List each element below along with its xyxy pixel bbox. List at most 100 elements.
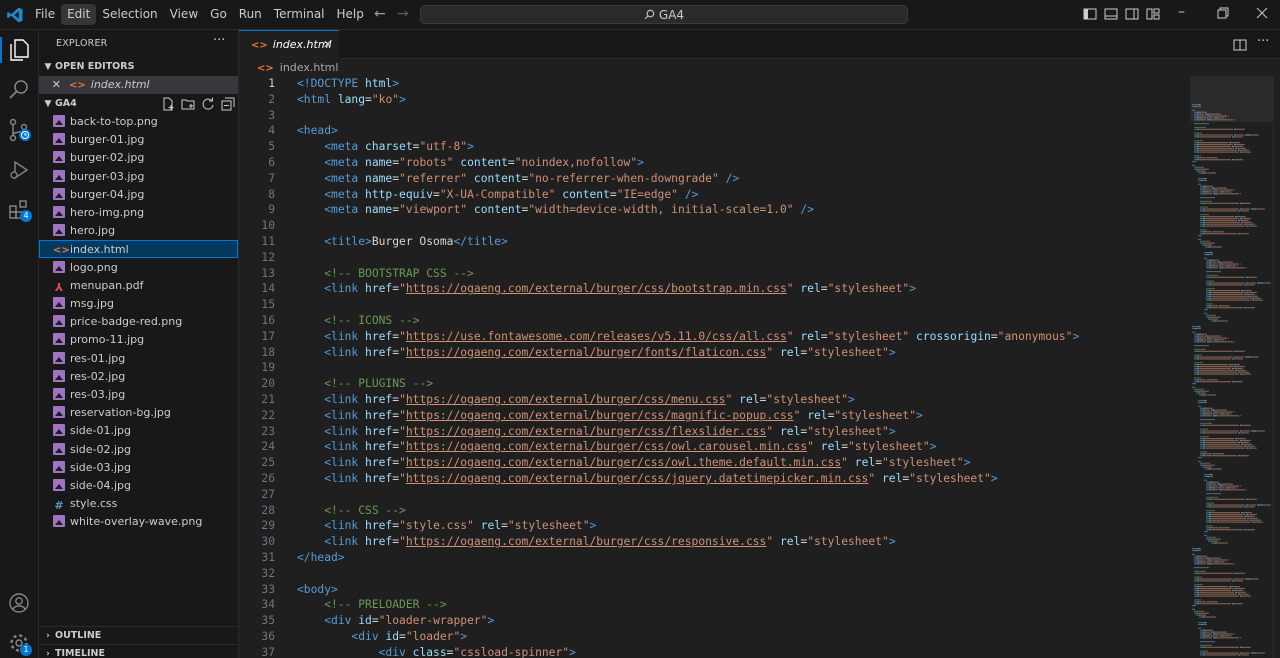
minimap-token [1245,295,1246,297]
file-item[interactable]: ⅄ menupan.pdf [39,277,238,295]
new-folder-icon[interactable] [181,97,195,111]
minimap-token [1216,187,1226,189]
code-line: 19 [239,360,1189,376]
run-debug-icon[interactable] [8,158,30,182]
open-editor-item[interactable]: ✕ <> index.html [39,76,238,94]
code-token: crossorigin [916,329,991,343]
file-item[interactable]: burger-03.jpg [39,168,238,186]
minimap-token [1248,455,1249,457]
collapse-all-icon[interactable] [221,97,235,111]
minimap-token [1212,246,1221,248]
outline-section[interactable]: › OUTLINE [39,626,238,645]
file-item[interactable]: side-04.jpg [39,477,238,495]
file-item[interactable]: promo-11.jpg [39,331,238,349]
minimap-token [1219,305,1221,307]
file-item[interactable]: <>index.html [39,240,238,259]
minimap-token [1200,451,1207,453]
minimap-token [1214,542,1217,544]
minimap-token [1251,443,1252,445]
minimap-token [1205,439,1206,442]
menu-help[interactable]: Help [331,4,370,25]
minimap-token [1244,293,1246,295]
minimap-token [1240,432,1241,434]
forward-arrow-icon[interactable]: → [397,6,409,22]
menu-run[interactable]: Run [233,4,268,25]
timeline-section[interactable]: › TIMELINE [39,644,238,658]
menu-selection[interactable]: Selection [96,4,163,25]
minimap-token [1236,219,1237,221]
new-file-icon[interactable] [161,97,175,111]
minimap[interactable] [1190,76,1280,658]
toggle-panel-icon[interactable] [1104,7,1118,21]
file-item[interactable]: burger-04.jpg [39,186,238,204]
tab-index-html[interactable]: <> index.html ✕ [239,30,339,59]
minimap-token [1200,603,1201,605]
file-item[interactable]: logo.png [39,259,238,277]
close-window-icon[interactable] [1256,7,1268,19]
refresh-icon[interactable] [201,97,215,111]
menu-file[interactable]: File [29,4,61,25]
minimap-token [1208,185,1212,187]
close-icon[interactable]: ✕ [39,76,61,94]
file-item[interactable]: price-badge-red.png [39,313,238,331]
file-item[interactable]: res-03.jpg [39,386,238,404]
file-item[interactable]: back-to-top.png [39,113,238,131]
minimap-token [1205,637,1206,639]
minimize-icon[interactable]: – [1178,4,1185,20]
toggle-primary-sidebar-icon[interactable] [1083,7,1097,21]
minimap-token [1238,593,1240,595]
minimap-token [1207,244,1211,246]
workspace-section[interactable]: ▼ GA4 [39,95,238,113]
restore-icon[interactable] [1217,7,1229,19]
file-item[interactable]: side-01.jpg [39,422,238,440]
minimap-token [1254,445,1255,447]
vertical-scrollbar[interactable] [1273,76,1280,658]
file-item[interactable]: # style.css [39,495,238,513]
menu-terminal[interactable]: Terminal [268,4,331,25]
code-line: 32 [239,566,1189,582]
back-arrow-icon[interactable]: ← [374,6,386,22]
file-item[interactable]: white-overlay-wave.png [39,513,238,531]
minimap-token [1207,646,1238,648]
file-item[interactable]: res-01.jpg [39,350,238,368]
search-icon[interactable] [8,79,30,101]
file-item[interactable]: hero-img.png [39,204,238,222]
minimap-token [1212,282,1213,284]
minimap-token [1198,622,1204,624]
menu-go[interactable]: Go [204,4,233,25]
minimap-token [1231,142,1232,144]
minimap-token [1207,225,1244,227]
open-editors-section[interactable]: ▼ OPEN EDITORS [39,58,238,76]
file-item[interactable]: reservation-bg.jpg [39,404,238,422]
code-editor[interactable]: 1 <!DOCTYPE html> 2 <html lang="ko"> 3 4 <head… [239,76,1189,658]
customize-layout-icon[interactable] [1146,7,1160,21]
file-item[interactable]: hero.jpg [39,222,238,240]
file-item[interactable]: burger-01.jpg [39,131,238,149]
close-icon[interactable]: ✕ [323,31,332,58]
toggle-secondary-sidebar-icon[interactable] [1125,7,1139,21]
more-actions-button[interactable]: ··· [213,33,225,48]
minimap-token [1226,187,1227,189]
minimap-token [1263,282,1264,284]
breadcrumb[interactable]: <> index.html [257,61,338,74]
minimap-token [1254,284,1255,286]
split-editor-icon[interactable] [1233,38,1247,52]
file-item[interactable]: side-03.jpg [39,459,238,477]
command-center-search[interactable]: GA4 [420,5,908,24]
explorer-icon[interactable] [8,38,30,62]
file-item[interactable]: side-02.jpg [39,441,238,459]
file-item[interactable]: msg.jpg [39,295,238,313]
menu-view[interactable]: View [164,4,204,25]
file-item[interactable]: res-02.jpg [39,368,238,386]
minimap-slider[interactable] [1190,76,1280,122]
minimap-token [1194,128,1197,130]
menu-bar: File Edit Selection View Go Run Terminal Help [29,4,370,25]
editor-more-actions-button[interactable]: ··· [1257,34,1269,49]
file-item[interactable]: burger-02.jpg [39,149,238,167]
account-icon[interactable] [8,592,30,614]
minimap-token [1240,595,1242,597]
menu-edit[interactable]: Edit [61,4,97,25]
code-token: " [399,535,406,549]
minimap-token [1239,221,1240,223]
